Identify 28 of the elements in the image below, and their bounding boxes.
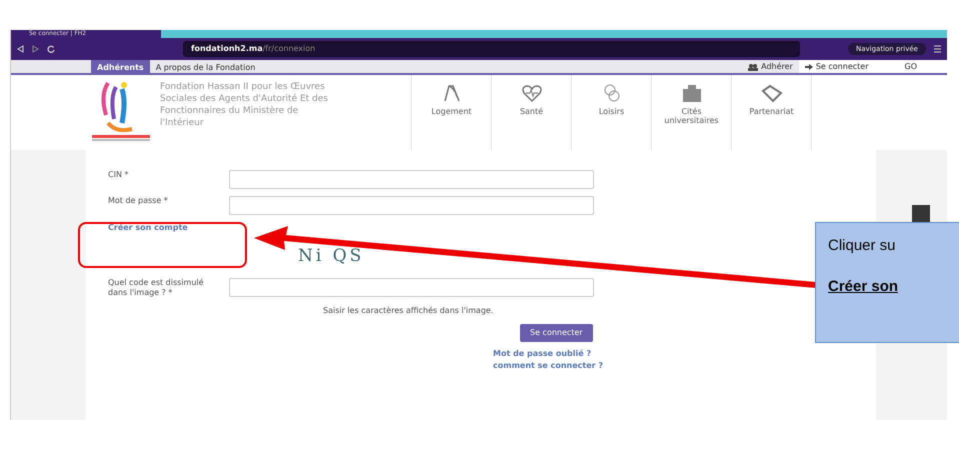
help-link[interactable]: Mot de passe oublié ? [493,348,592,360]
help-link[interactable]: comment se connecter ? [493,360,604,372]
callout-link-text: Créer son [828,276,900,296]
people-icon [748,62,758,70]
topbar-link[interactable]: A propos de la Fondation [150,60,262,73]
input-field[interactable] [229,278,594,297]
field-label: Quel code est dissimulé dans l'image ? * [108,278,205,298]
organization-name: Fondation Hassan II pour les Œuvres Sociales des Agents d'Autorité Et des Fonctionnaires du Ministère de l'Intérieur [159,81,329,130]
topbar-link[interactable]: Adhérents [91,60,150,73]
input-field[interactable] [229,170,594,189]
create-account-link[interactable]: Créer son compte [108,223,188,232]
captcha-image: Ni QS [298,246,364,266]
callout-text: Cliquer su [828,236,897,256]
forward-icon[interactable] [32,45,39,53]
address-bar[interactable]: fondationh2.ma/fr/connexion [183,41,800,57]
field-label: CIN * [108,170,130,180]
topbar-link[interactable]: GO [874,60,947,73]
hint-text: Saisir les caractères affichés dans l'image. [323,306,494,315]
sign-in-icon [804,62,813,70]
field-label: Mot de passe * [108,196,169,206]
building-icon [680,83,702,103]
login-button[interactable]: Se connecter [520,324,593,342]
menu-icon[interactable] [934,45,941,53]
heart-icon [520,83,542,103]
back-icon[interactable] [17,45,24,53]
reload-icon[interactable] [47,45,55,53]
topbar-link[interactable]: Se connecter [798,60,874,73]
input-field[interactable] [229,196,594,215]
